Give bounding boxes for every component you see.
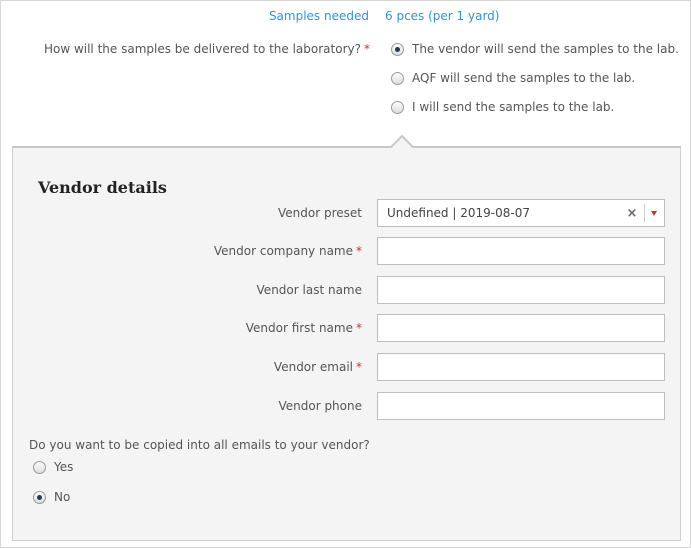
vendor-company-name-row: Vendor company name * (13, 237, 680, 265)
required-mark: * (356, 244, 362, 258)
radio-vendor-sends[interactable] (391, 42, 404, 56)
vendor-first-name-row: Vendor first name * (13, 314, 680, 342)
radio-copy-yes[interactable] (33, 460, 46, 474)
vendor-preset-label: Vendor preset (278, 206, 362, 220)
field-label-text: Vendor email (273, 360, 353, 374)
field-label-text: Vendor company name (213, 244, 353, 258)
vendor-preset-value: Undefined | 2019-08-07 (387, 206, 530, 220)
delivery-option-label: The vendor will send the samples to the … (412, 42, 679, 56)
vendor-phone-row: Vendor phone (13, 392, 680, 420)
vendor-preset-select[interactable]: Undefined | 2019-08-07 × (377, 199, 665, 227)
copy-option-no[interactable]: No (33, 489, 70, 505)
caret-down-icon[interactable] (651, 210, 657, 216)
vendor-first-name-input[interactable] (377, 314, 665, 342)
copy-option-label: No (54, 490, 71, 504)
delivery-question: How will the samples be delivered to the… (44, 42, 370, 56)
vendor-first-name-label: Vendor first name * (246, 321, 362, 335)
copy-option-yes[interactable]: Yes (33, 459, 73, 475)
radio-i-send[interactable] (391, 100, 404, 114)
samples-needed-label: Samples needed (268, 9, 369, 23)
vendor-email-label: Vendor email * (274, 360, 362, 374)
vendor-email-input[interactable] (377, 353, 665, 381)
delivery-option-vendor[interactable]: The vendor will send the samples to the … (391, 41, 679, 57)
delivery-option-label: AQF will send the samples to the lab. (412, 71, 636, 85)
vendor-company-name-input[interactable] (377, 237, 665, 265)
vendor-last-name-label: Vendor last name (256, 283, 362, 297)
select-divider (644, 204, 645, 222)
vendor-preset-row: Vendor preset Undefined | 2019-08-07 × (13, 199, 680, 227)
vendor-phone-label: Vendor phone (278, 399, 362, 413)
required-mark: * (364, 42, 370, 56)
delivery-option-aqf[interactable]: AQF will send the samples to the lab. (391, 70, 635, 86)
samples-needed-row: Samples needed 6 pces (per 1 yard) (1, 9, 690, 25)
section-title: Vendor details (38, 178, 167, 197)
samples-needed-value: 6 pces (per 1 yard) (385, 9, 500, 23)
required-mark: * (356, 321, 362, 335)
vendor-phone-input[interactable] (377, 392, 665, 420)
radio-aqf-sends[interactable] (391, 71, 404, 85)
form-frame: Samples needed 6 pces (per 1 yard) How w… (0, 0, 691, 548)
copy-emails-question: Do you want to be copied into all emails… (29, 438, 370, 452)
delivery-question-label: How will the samples be delivered to the… (43, 42, 361, 56)
vendor-last-name-row: Vendor last name (13, 276, 680, 304)
field-label-text: Vendor first name (245, 321, 353, 335)
vendor-email-row: Vendor email * (13, 353, 680, 381)
radio-copy-no[interactable] (33, 490, 46, 504)
delivery-option-label: I will send the samples to the lab. (412, 100, 615, 114)
close-icon[interactable]: × (624, 206, 640, 221)
required-mark: * (356, 360, 362, 374)
panel-notch (390, 134, 414, 158)
delivery-option-self[interactable]: I will send the samples to the lab. (391, 99, 614, 115)
vendor-company-name-label: Vendor company name * (214, 244, 362, 258)
vendor-details-panel: Vendor details Vendor preset Undefined |… (12, 134, 681, 541)
copy-option-label: Yes (54, 460, 74, 474)
vendor-last-name-input[interactable] (377, 276, 665, 304)
